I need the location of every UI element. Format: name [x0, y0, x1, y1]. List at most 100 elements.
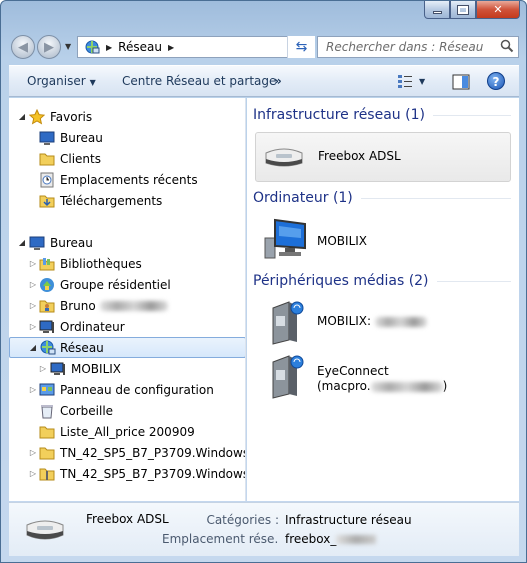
collapsed-arrow-icon[interactable]: ▷ — [28, 301, 38, 310]
group-header-infrastructure[interactable]: Infrastructure réseau (1) — [253, 107, 511, 123]
maximize-icon — [457, 4, 469, 15]
group-header-media[interactable]: Périphériques médias (2) — [253, 273, 511, 289]
details-location-value: freebox_ — [285, 532, 377, 546]
recent-pages-dropdown[interactable]: ▼ — [65, 42, 71, 51]
navigation-bar: ◀ ▶ ▼ ▶ Réseau ▶ ▼ ⇆ Rechercher dans : R… — [9, 34, 519, 60]
media-item-sublabel: (macpro. — [317, 379, 371, 393]
computer-icon — [50, 362, 65, 375]
recycle-bin-icon — [41, 404, 53, 418]
collapsed-arrow-icon[interactable]: ▷ — [38, 364, 48, 373]
tree-item-homegroup[interactable]: ▷ Groupe résidentiel — [9, 274, 245, 295]
tree-item-computer[interactable]: ▷ Ordinateur — [9, 316, 245, 337]
tree-item-folder-price[interactable]: Liste_All_price 200909 — [9, 421, 245, 442]
collapsed-arrow-icon[interactable]: ▷ — [28, 385, 38, 394]
breadcrumb-separator-icon[interactable]: ▶ — [106, 43, 112, 52]
details-categories-value: Infrastructure réseau — [285, 513, 412, 527]
search-placeholder: Rechercher dans : Réseau — [326, 40, 484, 54]
chevron-down-icon: ▼ — [419, 76, 426, 86]
navigation-pane: ◢ Favoris Bureau Clients Emplacements ré… — [9, 98, 246, 501]
collapsed-arrow-icon[interactable]: ▷ — [28, 280, 38, 289]
forward-arrow-icon: ▶ — [44, 39, 54, 55]
expand-arrow-icon[interactable]: ◢ — [17, 112, 27, 121]
desktop-icon — [39, 131, 55, 145]
group-title: Périphériques médias (2) — [253, 273, 429, 289]
back-button[interactable]: ◀ — [11, 35, 35, 59]
media-server-icon — [272, 355, 304, 399]
tree-item-desktop[interactable]: ◢ Bureau — [9, 232, 245, 253]
refresh-icon: ⇆ — [295, 39, 308, 55]
search-input[interactable]: Rechercher dans : Réseau — [317, 36, 519, 58]
downloads-folder-icon — [39, 195, 55, 207]
organize-menu[interactable]: Organiser ▼ — [27, 74, 96, 88]
maximize-button[interactable] — [450, 1, 476, 19]
group-divider — [360, 197, 511, 199]
tree-item-user[interactable]: ▷ Bruno — [9, 295, 245, 316]
network-item-mobilix[interactable]: MOBILIX — [255, 216, 511, 264]
tree-item-control-panel[interactable]: ▷ Panneau de configuration — [9, 379, 245, 400]
router-icon — [265, 148, 303, 167]
breadcrumb-chevron-icon[interactable]: ▶ — [168, 43, 174, 52]
network-icon — [40, 340, 56, 354]
expand-arrow-icon[interactable]: ◢ — [28, 343, 38, 352]
user-folder-icon — [39, 300, 55, 312]
refresh-button[interactable]: ⇆ — [287, 36, 315, 58]
expand-arrow-icon[interactable]: ◢ — [17, 238, 27, 247]
network-center-button[interactable]: Centre Réseau et partage — [122, 74, 276, 88]
libraries-icon — [39, 257, 55, 270]
group-header-computer[interactable]: Ordinateur (1) — [253, 190, 511, 206]
network-item-freebox[interactable]: Freebox ADSL — [255, 132, 511, 182]
redacted-text — [336, 535, 377, 544]
command-bar: Organiser ▼ Centre Réseau et partage » ▼ … — [9, 65, 519, 97]
tree-item-folder-tn2[interactable]: ▷ TN_42_SP5_B7_P3709.Windows-200 — [9, 463, 245, 484]
collapsed-arrow-icon[interactable]: ▷ — [28, 448, 38, 457]
tree-item-favorites[interactable]: ◢ Favoris — [9, 106, 245, 127]
collapsed-arrow-icon[interactable]: ▷ — [28, 259, 38, 268]
tree-item-folder-tn1[interactable]: ▷ TN_42_SP5_B7_P3709.Windows-200 — [9, 442, 245, 463]
computer-icon — [264, 218, 306, 259]
details-name: Freebox ADSL — [86, 512, 169, 526]
media-server-icon — [272, 301, 304, 345]
media-item-mobilix[interactable]: MOBILIX: — [255, 298, 511, 348]
computer-icon — [39, 320, 54, 333]
caption-buttons: ✕ — [424, 1, 520, 19]
search-icon — [500, 39, 514, 53]
address-bar[interactable]: ▶ Réseau ▶ ▼ — [77, 36, 315, 58]
explorer-window: ✕ ◀ ▶ ▼ ▶ Réseau ▶ ▼ ⇆ Rechercher dans :… — [0, 0, 527, 563]
collapsed-arrow-icon[interactable]: ▷ — [28, 322, 38, 331]
minimize-icon — [432, 11, 442, 14]
tree-item-fav-recent[interactable]: Emplacements récents — [9, 169, 245, 190]
breadcrumb-network[interactable]: Réseau — [118, 40, 162, 54]
tree-item-libraries[interactable]: ▷ Bibliothèques — [9, 253, 245, 274]
folder-icon — [39, 426, 55, 438]
tree-item-recycle-bin[interactable]: Corbeille — [9, 400, 245, 421]
details-location-text: freebox_ — [285, 532, 337, 546]
organize-label: Organiser — [27, 74, 86, 88]
folder-icon — [39, 153, 55, 165]
network-icon — [85, 40, 100, 54]
tree-item-fav-desktop[interactable]: Bureau — [9, 127, 245, 148]
chevron-down-icon: ▼ — [89, 78, 96, 87]
collapsed-arrow-icon[interactable]: ▷ — [28, 469, 38, 478]
minimize-button[interactable] — [424, 1, 450, 19]
media-item-eyeconnect[interactable]: EyeConnect (macpro.) — [255, 352, 511, 404]
zip-folder-icon — [39, 468, 55, 480]
tree-item-network[interactable]: ◢ Réseau — [9, 337, 245, 358]
preview-pane-icon[interactable] — [452, 74, 470, 90]
tree-item-fav-downloads[interactable]: Téléchargements — [9, 190, 245, 211]
control-panel-icon — [39, 383, 55, 395]
close-button[interactable]: ✕ — [476, 1, 520, 19]
router-icon — [26, 520, 64, 540]
forward-button[interactable]: ▶ — [37, 35, 61, 59]
group-title: Infrastructure réseau (1) — [253, 107, 425, 123]
view-icon — [398, 75, 412, 88]
help-button[interactable]: ? — [487, 72, 505, 90]
tree-item-mobilix[interactable]: ▷ MOBILIX — [9, 358, 245, 379]
redacted-text — [99, 301, 168, 311]
media-item-label: MOBILIX: — [317, 314, 372, 328]
tree-item-fav-clients[interactable]: Clients — [9, 148, 245, 169]
homegroup-icon — [40, 277, 54, 292]
details-location-label: Emplacement rése... — [162, 532, 279, 546]
view-options-button[interactable]: ▼ — [397, 74, 425, 88]
more-commands-button[interactable]: » — [274, 74, 282, 88]
redacted-text — [370, 381, 443, 392]
